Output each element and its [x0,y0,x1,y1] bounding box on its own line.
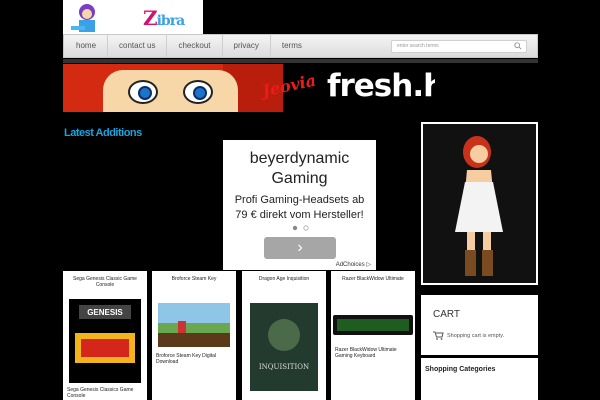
ad-subtitle: Gaming [271,170,328,187]
nav-checkout[interactable]: checkout [167,34,223,58]
product-image[interactable] [331,311,415,337]
ad-brand: beyerdynamic [249,150,350,167]
logo-text: Zibra [143,6,185,30]
search-placeholder: enter search terms [397,43,439,49]
product-card[interactable]: Sega Genesis Classic Game Console GENESI… [63,271,147,400]
section-heading: Latest Additions [64,127,142,139]
right-eye [183,80,213,104]
product-card[interactable]: Broforce Steam Key Broforce Steam Key Di… [152,271,236,400]
product-title[interactable]: Dragon Age Inquisition [247,276,321,296]
product-caption: Broforce Steam Key Digital Download [156,353,217,365]
nav-divider [63,59,538,63]
left-eye [128,80,158,104]
product-caption: Sega Genesis Classics Game Console [67,387,134,399]
svg-text:INQUISITION: INQUISITION [259,363,309,371]
sidebar-character-image [421,122,538,285]
nav-privacy[interactable]: privacy [223,34,271,58]
product-title[interactable]: Broforce Steam Key [157,276,231,296]
product-image[interactable]: GENESIS [69,299,141,383]
categories-widget: Shopping Categories [421,358,538,400]
categories-title: Shopping Categories [425,366,496,373]
product-card[interactable]: Razer BlackWidow Ultimate Razer BlackWid… [331,271,415,400]
nav-contact-us[interactable]: contact us [108,34,168,58]
nav-terms[interactable]: terms [271,34,313,58]
banner-title: fresh.hot [327,68,435,104]
product-image[interactable]: INQUISITION [250,303,318,391]
header-banner[interactable]: Jeovia fresh.hot [63,64,435,112]
character-icon [455,136,503,276]
search-icon[interactable] [514,42,522,50]
cart-empty-text: Shopping cart is empty. [447,333,505,339]
ad-next-button[interactable]: › [264,237,336,259]
advertisement[interactable]: beyerdynamic Gaming Profi Gaming-Headset… [223,140,376,270]
page: Zibra home contact us checkout privacy t… [0,0,600,400]
nav-home[interactable]: home [64,34,109,58]
search-input[interactable]: enter search terms [391,40,527,53]
site-logo[interactable]: Zibra [63,0,203,34]
ad-carousel-dots[interactable] [291,225,311,231]
product-image[interactable] [158,303,230,347]
ad-description: Profi Gaming-Headsets ab 79 € direkt vom… [234,194,365,221]
product-card[interactable]: Dragon Age Inquisition INQUISITION [242,271,326,400]
ad-choices-link[interactable]: AdChoices ▷ [336,261,371,268]
main-nav: home contact us checkout privacy terms e… [63,34,538,58]
product-caption: Razer BlackWidow Ultimate Gaming Keyboar… [335,347,397,359]
product-title[interactable]: Sega Genesis Classic Game Console [68,276,142,296]
banner-face [103,70,238,112]
cart-title: CART [433,309,461,320]
product-title[interactable]: Razer BlackWidow Ultimate [336,276,410,296]
svg-text:GENESIS: GENESIS [87,308,123,317]
logo-girl-icon [71,4,95,32]
shopping-cart-icon[interactable] [433,331,444,340]
cart-widget: CART Shopping cart is empty. [421,295,538,355]
